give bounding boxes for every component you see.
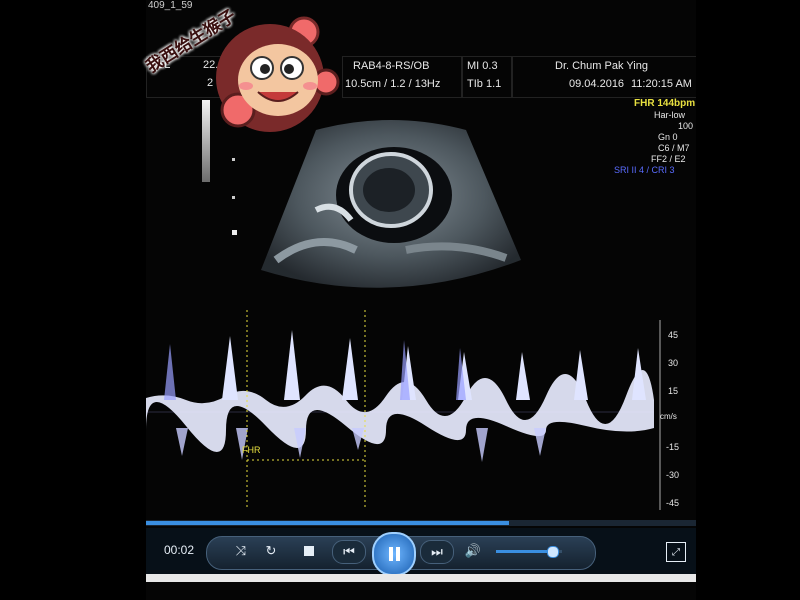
exam-time: 11:20:15 AM	[631, 78, 692, 90]
bmode-image	[261, 120, 521, 288]
shuffle-icon[interactable]: ⤨	[230, 540, 252, 562]
index-box: MI 0.3 TIb 1.1	[462, 56, 512, 98]
seek-bar-progress	[146, 521, 509, 525]
probe-label: RAB4-8-RS/OB	[353, 60, 430, 72]
scale-label: 45	[668, 330, 679, 340]
probe-box: RAB4-8-RS/OB 10.5cm / 1.2 / 13Hz	[342, 56, 462, 98]
volume-level	[496, 550, 553, 553]
mi-value: MI 0.3	[467, 60, 498, 72]
scale-label: -45	[666, 498, 680, 508]
bottom-strip	[146, 574, 696, 582]
repeat-icon[interactable]: ↻	[260, 540, 282, 562]
fhr-marker: FHR	[242, 445, 261, 455]
seek-bar[interactable]	[146, 520, 696, 526]
exam-date: 09.04.2016	[569, 78, 625, 90]
playback-time: 00:02	[164, 543, 195, 557]
fullscreen-icon[interactable]: ⤢	[666, 542, 686, 562]
probe-params: 10.5cm / 1.2 / 13Hz	[345, 78, 441, 90]
panel-line-1: Har-low	[654, 110, 686, 120]
monkey-sticker: 我西给生猴子	[138, 6, 346, 136]
volume-knob[interactable]	[547, 546, 560, 558]
fhr-readout: FHR 144bpm	[634, 98, 696, 109]
scale-label: 30	[668, 358, 679, 368]
operator-box: Dr. Chum Pak Ying 09.04.2016 11:20:15 AM	[512, 56, 696, 98]
panel-line-2: 100	[678, 121, 694, 131]
depth-markers	[232, 118, 237, 268]
stop-icon[interactable]	[298, 540, 320, 562]
panel-line-4: C6 / M7	[658, 143, 690, 153]
next-icon[interactable]: ⏭	[420, 540, 454, 564]
monkey-icon	[216, 16, 340, 132]
scale-unit: cm/s	[660, 412, 677, 421]
panel-line-5: FF2 / E2	[651, 154, 686, 164]
play-pause-icon[interactable]	[372, 532, 416, 576]
volume-slider[interactable]	[496, 546, 562, 558]
media-controls: 00:02 ⤨ ↻ ⏮ ⏭ 🔊 ⤢	[146, 528, 696, 576]
volume-icon[interactable]: 🔊	[462, 540, 484, 562]
scale-label: -15	[666, 442, 680, 452]
doppler-waveform: FHR	[146, 310, 661, 510]
panel-line-3: Gn 0	[658, 132, 678, 142]
previous-icon[interactable]: ⏮	[332, 540, 366, 564]
doctor-name: Dr. Chum Pak Ying	[555, 60, 648, 72]
scale-label: -30	[666, 470, 680, 480]
panel-line-6: SRI II 4 / CRI 3	[614, 165, 675, 175]
scale-label: 15	[668, 386, 679, 396]
tib-value: TIb 1.1	[467, 78, 502, 90]
